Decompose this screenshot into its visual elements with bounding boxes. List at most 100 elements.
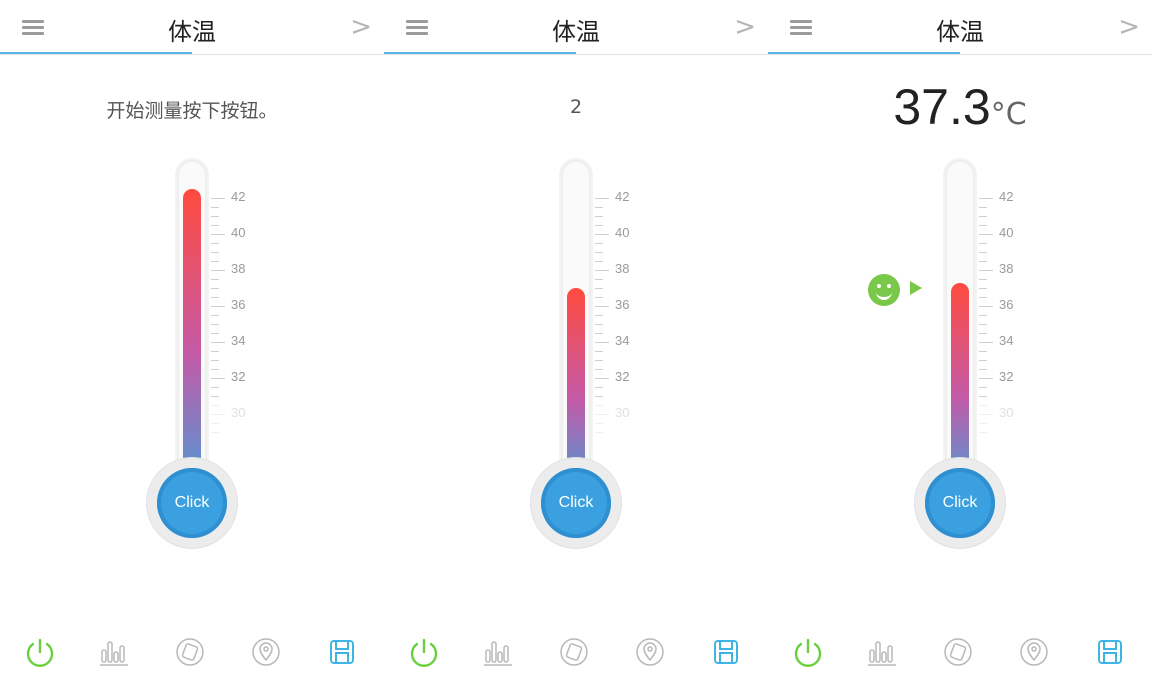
scale-tick xyxy=(979,405,987,406)
scale-tick xyxy=(595,324,603,325)
scale-tick xyxy=(595,306,609,307)
page-title: 体温 xyxy=(936,18,984,46)
scale-tick xyxy=(595,405,603,406)
scale-label: 42 xyxy=(615,189,630,204)
temperature-reading: 37.3°C xyxy=(768,78,1152,136)
scale-tick xyxy=(211,423,219,424)
thermometer-scale: 42 40 38 36 34 32 30 xyxy=(595,180,655,433)
device-icon[interactable] xyxy=(940,634,976,670)
scale-label: 40 xyxy=(999,225,1014,240)
scale-label: 36 xyxy=(615,297,630,312)
scale-tick xyxy=(979,414,993,415)
scale-label: 32 xyxy=(999,369,1014,384)
power-icon[interactable] xyxy=(790,634,826,670)
click-button[interactable]: Click xyxy=(157,468,227,538)
scale-tick xyxy=(979,378,993,379)
scale-tick xyxy=(595,288,603,289)
smiley-icon xyxy=(868,274,900,306)
click-button[interactable]: Click xyxy=(541,468,611,538)
scale-label: 36 xyxy=(999,297,1014,312)
chevron-right-icon[interactable]: > xyxy=(734,12,756,42)
scale-tick xyxy=(595,297,603,298)
scale-tick xyxy=(211,315,219,316)
scale-tick xyxy=(211,234,225,235)
scale-tick xyxy=(979,261,987,262)
top-bar: 体温 > xyxy=(0,0,384,55)
thermometer: 42 40 38 36 34 32 30 Click xyxy=(145,158,345,558)
scale-tick xyxy=(979,297,987,298)
scale-label: 40 xyxy=(615,225,630,240)
temperature-value: 37.3 xyxy=(893,79,991,135)
scale-tick xyxy=(211,387,219,388)
top-bar: 体温 > xyxy=(384,0,768,55)
scale-tick xyxy=(211,333,219,334)
bar-chart-icon[interactable] xyxy=(864,634,900,670)
location-icon[interactable] xyxy=(248,634,284,670)
scale-tick xyxy=(979,243,987,244)
scale-tick xyxy=(979,198,993,199)
scale-tick xyxy=(979,306,993,307)
scale-tick xyxy=(595,414,609,415)
screen-start: 体温 > 开始测量按下按钮。 42 40 38 36 34 32 30 Click xyxy=(0,0,384,682)
thermometer-scale: 42 40 38 36 34 32 30 xyxy=(211,180,271,433)
scale-tick xyxy=(979,207,987,208)
save-icon[interactable] xyxy=(708,634,744,670)
scale-tick xyxy=(595,279,603,280)
power-icon[interactable] xyxy=(406,634,442,670)
device-icon[interactable] xyxy=(172,634,208,670)
bar-chart-icon[interactable] xyxy=(96,634,132,670)
chevron-right-icon[interactable]: > xyxy=(1118,12,1140,42)
scale-tick xyxy=(595,315,603,316)
scale-tick xyxy=(979,360,987,361)
scale-tick xyxy=(595,234,609,235)
scale-tick xyxy=(979,351,987,352)
chevron-right-icon[interactable]: > xyxy=(350,12,372,42)
device-icon[interactable] xyxy=(556,634,592,670)
page-title: 体温 xyxy=(552,18,600,46)
pointer-arrow-icon xyxy=(910,281,922,295)
scale-label: 42 xyxy=(999,189,1014,204)
location-icon[interactable] xyxy=(632,634,668,670)
scale-tick xyxy=(211,351,219,352)
scale-tick xyxy=(979,234,993,235)
screen-result: 体温 > 37.3°C 42 40 38 36 34 32 30 Click xyxy=(768,0,1152,682)
temperature-unit: °C xyxy=(990,97,1027,132)
location-icon[interactable] xyxy=(1016,634,1052,670)
scale-tick xyxy=(211,297,219,298)
scale-label: 34 xyxy=(615,333,630,348)
scale-tick xyxy=(211,432,219,433)
scale-label: 38 xyxy=(615,261,630,276)
scale-tick xyxy=(979,387,987,388)
scale-tick xyxy=(211,378,225,379)
scale-label: 36 xyxy=(231,297,246,312)
scale-label: 30 xyxy=(231,405,246,420)
scale-label: 34 xyxy=(231,333,246,348)
scale-tick xyxy=(979,270,993,271)
thermometer-fill xyxy=(183,189,201,490)
countdown-text: 2 xyxy=(569,96,583,118)
scale-tick xyxy=(979,423,987,424)
scale-label: 40 xyxy=(231,225,246,240)
scale-tick xyxy=(979,288,987,289)
scale-tick xyxy=(979,333,987,334)
bottom-toolbar xyxy=(768,620,1152,682)
click-button[interactable]: Click xyxy=(925,468,995,538)
scale-tick xyxy=(211,360,219,361)
scale-tick xyxy=(211,198,225,199)
scale-tick xyxy=(595,225,603,226)
bar-chart-icon[interactable] xyxy=(480,634,516,670)
scale-tick xyxy=(595,369,603,370)
save-icon[interactable] xyxy=(324,634,360,670)
scale-tick xyxy=(595,396,603,397)
scale-tick xyxy=(595,207,603,208)
scale-label: 32 xyxy=(231,369,246,384)
scale-tick xyxy=(211,252,219,253)
status-text: 开始测量按下按钮。 xyxy=(106,100,278,122)
scale-tick xyxy=(211,243,219,244)
power-icon[interactable] xyxy=(22,634,58,670)
scale-tick xyxy=(211,216,219,217)
save-icon[interactable] xyxy=(1092,634,1128,670)
bottom-toolbar xyxy=(0,620,384,682)
screens-container: 体温 > 开始测量按下按钮。 42 40 38 36 34 32 30 Click 体温 >… xyxy=(0,0,1152,682)
tab-indicator xyxy=(0,52,192,54)
